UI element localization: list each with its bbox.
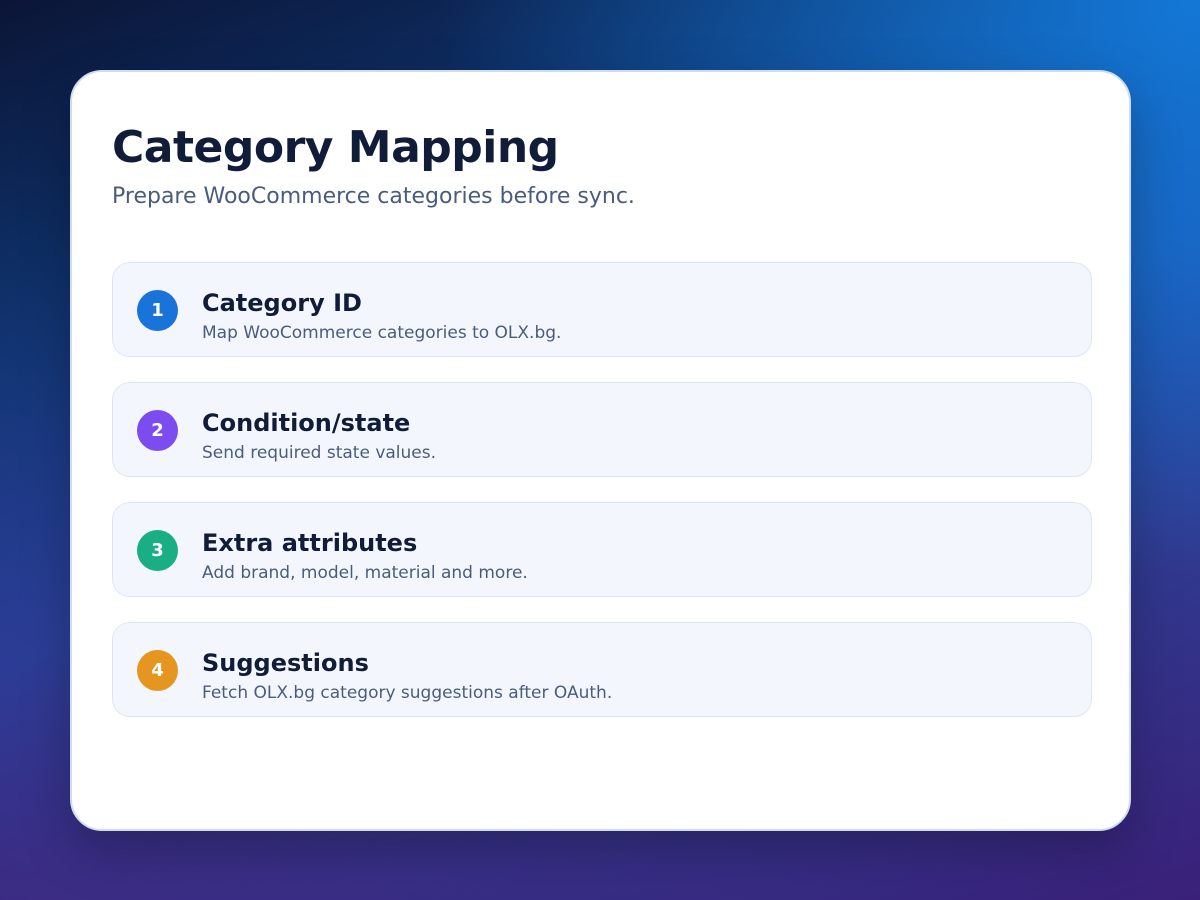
step-item-suggestions: 4 Suggestions Fetch OLX.bg category sugg… xyxy=(112,622,1092,717)
step-number-badge: 1 xyxy=(137,290,178,331)
step-description: Fetch OLX.bg category suggestions after … xyxy=(202,683,613,703)
step-description: Map WooCommerce categories to OLX.bg. xyxy=(202,323,562,343)
step-title: Suggestions xyxy=(202,649,369,677)
page-subtitle: Prepare WooCommerce categories before sy… xyxy=(112,184,635,209)
step-list: 1 Category ID Map WooCommerce categories… xyxy=(112,262,1092,742)
step-item-extra-attributes: 3 Extra attributes Add brand, model, mat… xyxy=(112,502,1092,597)
step-item-category-id: 1 Category ID Map WooCommerce categories… xyxy=(112,262,1092,357)
step-number-badge: 3 xyxy=(137,530,178,571)
step-title: Condition/state xyxy=(202,409,411,437)
page-title: Category Mapping xyxy=(112,122,559,173)
category-mapping-card: Category Mapping Prepare WooCommerce cat… xyxy=(70,70,1131,831)
step-number-badge: 2 xyxy=(137,410,178,451)
step-description: Add brand, model, material and more. xyxy=(202,563,528,583)
step-title: Category ID xyxy=(202,289,362,317)
step-title: Extra attributes xyxy=(202,529,418,557)
step-item-condition-state: 2 Condition/state Send required state va… xyxy=(112,382,1092,477)
step-description: Send required state values. xyxy=(202,443,437,463)
step-number-badge: 4 xyxy=(137,650,178,691)
